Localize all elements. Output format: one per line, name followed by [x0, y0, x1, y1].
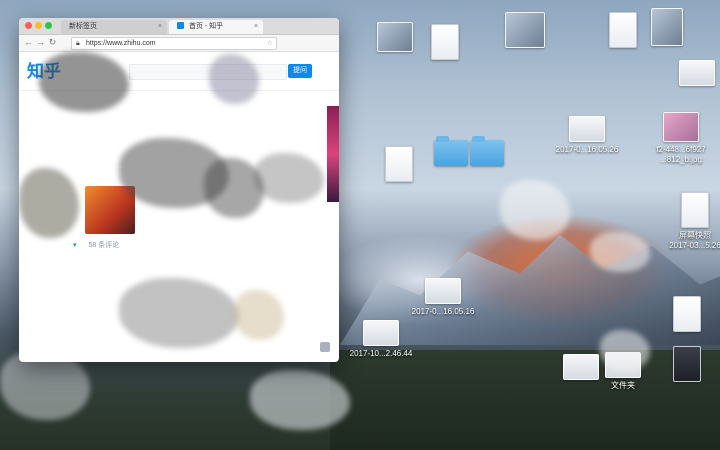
feed-item-image[interactable] — [85, 186, 135, 234]
screenshot-thumbnail-icon — [679, 60, 715, 86]
screenshot-thumbnail-icon — [363, 320, 399, 346]
file-name-label: 屏幕快照 2017-03...5.26 — [669, 231, 720, 250]
screenshot-thumbnail-icon — [425, 278, 461, 304]
desktop-file[interactable] — [656, 60, 720, 86]
screenshot-thumbnail-icon — [569, 116, 605, 142]
tab-new-tab[interactable]: 新标签页 × — [61, 20, 167, 34]
downvote-chevron-icon[interactable]: ▾ — [73, 242, 77, 249]
smudge — [254, 153, 324, 203]
desktop-file-screenshot[interactable]: 屏幕快照 2017-03...5.26 — [654, 192, 720, 251]
file-name-label: 文件夹 — [611, 381, 635, 390]
tab-label: 新标签页 — [69, 23, 97, 30]
desktop-file[interactable] — [358, 146, 440, 182]
desktop-file-screenshot[interactable]: 2017-0...16.05.16 — [402, 278, 484, 317]
close-tab-icon[interactable]: × — [254, 20, 258, 34]
desktop-file[interactable] — [626, 8, 708, 46]
browser-window[interactable]: 新标签页 × 首页 - 知乎 × ← → ↻ 🔒︎ https://www.zh… — [19, 18, 339, 362]
screenshot-thumbnail-icon — [605, 352, 641, 378]
lock-icon: 🔒︎ — [76, 40, 80, 47]
comments-link[interactable]: 58 条评论 — [88, 242, 119, 249]
browser-toolbar: ← → ↻ 🔒︎ https://www.zhihu.com ☆ — [19, 35, 339, 52]
smudge — [204, 158, 264, 218]
smudge — [119, 278, 239, 348]
close-window-button[interactable] — [25, 22, 32, 29]
zhihu-favicon-icon — [177, 22, 184, 29]
file-name-label: 2017-0...16.05.16 — [411, 307, 475, 316]
tab-label: 首页 - 知乎 — [188, 23, 224, 30]
reload-icon[interactable]: ↻ — [47, 37, 58, 48]
desktop-file[interactable] — [646, 296, 720, 332]
image-thumbnail-icon — [663, 112, 699, 142]
desktop-file-screenshot[interactable]: 2017-10...2.46.44 — [340, 320, 422, 359]
tab-bar: 新标签页 × 首页 - 知乎 × — [19, 18, 339, 35]
back-arrow-icon[interactable]: ← — [23, 37, 34, 48]
desktop-file-image[interactable]: f2-448...6f927 ...812_b.jpg — [640, 112, 720, 165]
desktop-app[interactable] — [646, 346, 720, 382]
file-name-label: 2017-10...2.46.44 — [349, 349, 413, 358]
smudge — [119, 138, 229, 208]
desktop-file-screenshot[interactable]: 2017-0...16.05.26 — [546, 116, 628, 155]
forward-arrow-icon[interactable]: → — [35, 37, 46, 48]
document-thumbnail-icon — [385, 146, 413, 182]
corner-badge-icon[interactable] — [320, 342, 330, 352]
zhihu-header: 知乎 提问 — [19, 52, 339, 91]
desktop-file[interactable] — [484, 12, 566, 48]
zhihu-logo[interactable]: 知乎 — [27, 57, 61, 82]
desktop-file[interactable] — [404, 24, 486, 60]
document-thumbnail-icon — [681, 192, 709, 228]
address-bar[interactable]: 🔒︎ https://www.zhihu.com ☆ — [71, 37, 277, 50]
address-bar-url: https://www.zhihu.com — [86, 40, 156, 47]
image-thumbnail-icon — [651, 8, 683, 46]
desktop-folder[interactable] — [446, 136, 528, 166]
close-tab-icon[interactable]: × — [158, 20, 162, 34]
document-thumbnail-icon — [673, 296, 701, 332]
smudge — [234, 290, 284, 340]
file-name-label: 2017-0...16.05.26 — [555, 145, 619, 154]
search-input[interactable] — [129, 64, 287, 80]
image-thumbnail-icon — [505, 12, 545, 48]
document-thumbnail-icon — [431, 24, 459, 60]
minimize-window-button[interactable] — [35, 22, 42, 29]
ask-question-button[interactable]: 提问 — [288, 64, 312, 78]
file-name-label: f2-448...6f927 ...812_b.jpg — [656, 145, 706, 164]
folder-icon — [470, 136, 504, 166]
sidebar-banner-image[interactable] — [327, 106, 339, 202]
zoom-window-button[interactable] — [45, 22, 52, 29]
smudge — [19, 168, 79, 238]
feed-item-actions: ▾ 58 条评论 — [73, 240, 119, 250]
smudge — [500, 180, 570, 240]
tab-zhihu-home[interactable]: 首页 - 知乎 × — [169, 20, 263, 34]
bookmark-star-icon[interactable]: ☆ — [267, 38, 273, 49]
app-icon — [673, 346, 701, 382]
